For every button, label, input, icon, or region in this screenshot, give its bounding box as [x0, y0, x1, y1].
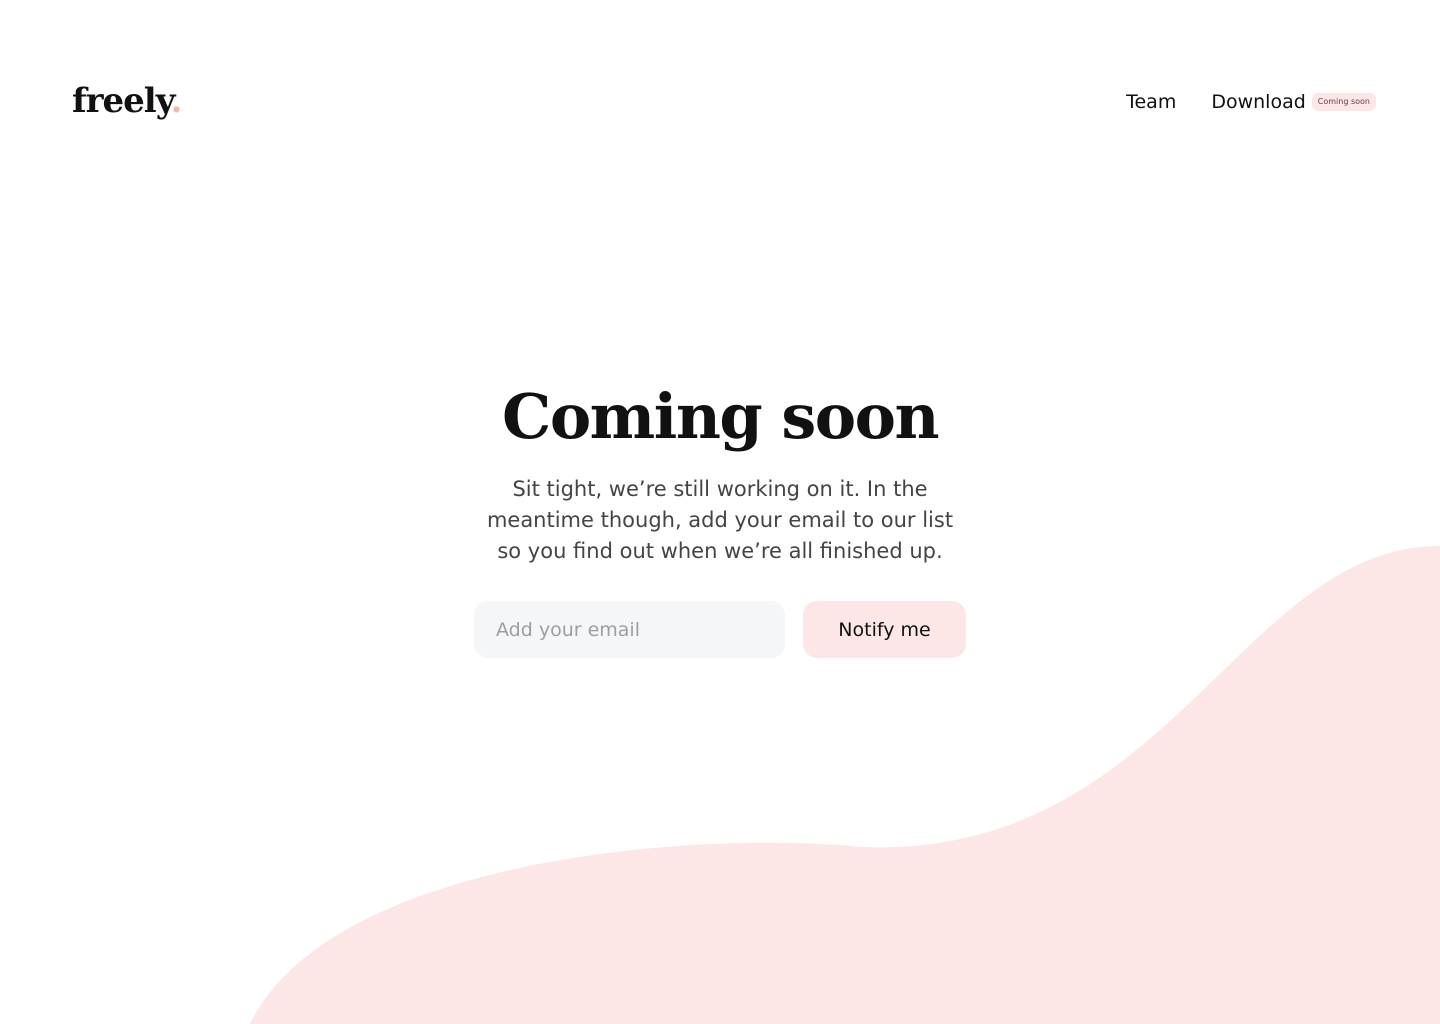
- notify-form: Notify me: [474, 601, 966, 658]
- freely-logo[interactable]: freely.: [72, 78, 183, 124]
- notify-me-button[interactable]: Notify me: [803, 601, 966, 658]
- team-link[interactable]: Team: [1126, 88, 1176, 116]
- download-nav-item[interactable]: Download Coming soon: [1211, 88, 1376, 116]
- coming-soon-badge: Coming soon: [1311, 93, 1376, 111]
- hero-section: Coming soon Sit tight, we’re still worki…: [0, 378, 1440, 567]
- logo-dot: .: [170, 81, 183, 121]
- hero-description: Sit tight, we’re still working on it. In…: [486, 477, 954, 563]
- site-header: freely. Team Download Coming soon: [72, 78, 1376, 126]
- page-title: Coming soon: [501, 380, 940, 453]
- download-link[interactable]: Download: [1211, 88, 1305, 116]
- top-navigation: Team Download Coming soon: [1126, 88, 1376, 116]
- email-input[interactable]: [474, 601, 785, 658]
- logo-text: freely: [72, 81, 172, 121]
